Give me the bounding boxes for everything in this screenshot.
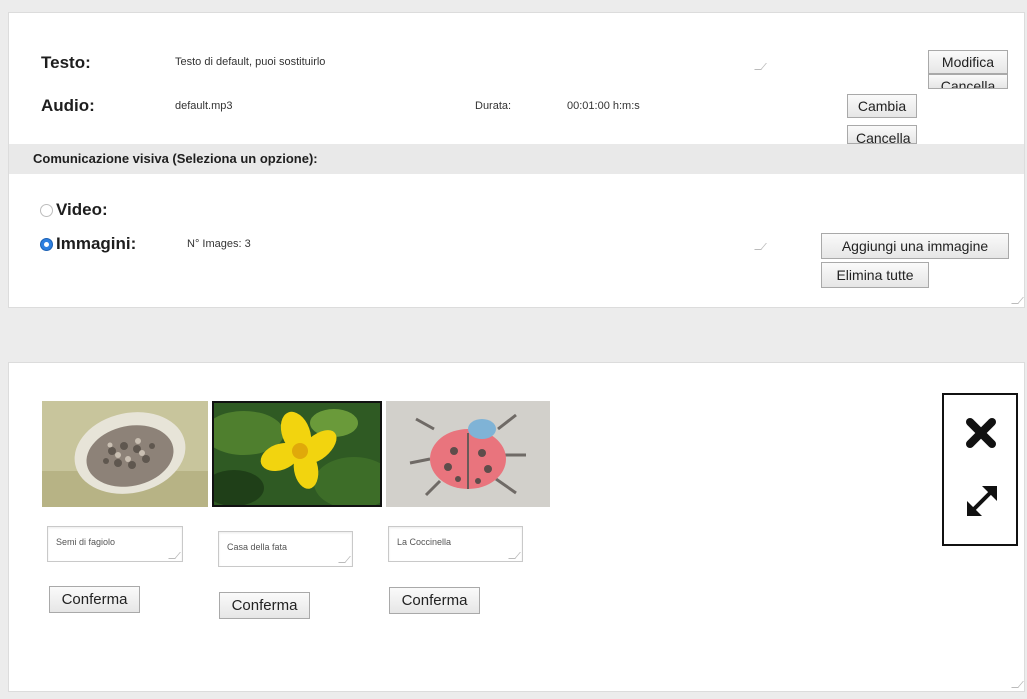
audio-file-name: default.mp3: [175, 100, 233, 112]
content-panel: Testo: Testo di default, puoi sostituirl…: [8, 12, 1025, 308]
caption-input-1[interactable]: Semi di fagiolo: [47, 526, 183, 562]
cambia-button[interactable]: Cambia: [847, 94, 917, 118]
confirm-button-3[interactable]: Conferma: [389, 587, 480, 614]
gallery-panel: Semi di fagiolo Casa della fata La Cocci…: [8, 362, 1025, 692]
confirm-button-2[interactable]: Conferma: [219, 592, 310, 619]
gallery-image-1[interactable]: [42, 401, 208, 507]
bean-seeds-photo: [42, 401, 208, 507]
panel-resize-handle[interactable]: [1011, 297, 1024, 304]
cancella-audio-button[interactable]: Cancella: [847, 125, 917, 144]
confirm-button-1[interactable]: Conferma: [49, 586, 140, 613]
gallery-image-3[interactable]: [386, 401, 550, 507]
durata-label-text: Durata:: [475, 100, 512, 112]
gallery-image-2[interactable]: [212, 401, 382, 507]
add-image-button[interactable]: Aggiungi una immagine: [821, 233, 1009, 259]
modifica-button[interactable]: Modifica: [928, 50, 1008, 74]
immagini-label: Immagini:: [56, 234, 137, 253]
video-label: Video:: [56, 200, 108, 219]
close-icon[interactable]: [963, 415, 999, 451]
video-radio[interactable]: [40, 204, 53, 217]
ladybug-photo: [386, 401, 550, 507]
audio-label: Audio:: [41, 96, 95, 115]
testo-label: Testo:: [41, 53, 91, 72]
durata-value: 00:01:00 h:m:s: [567, 100, 640, 112]
images-resize-handle[interactable]: [754, 243, 767, 250]
caption-input-2[interactable]: Casa della fata: [218, 531, 353, 567]
caption-input-3[interactable]: La Coccinella: [388, 526, 523, 562]
yellow-flower-photo: [214, 403, 380, 505]
expand-icon[interactable]: [962, 481, 1002, 521]
testo-resize-handle[interactable]: [754, 63, 767, 70]
gallery-resize-handle[interactable]: [1011, 681, 1024, 688]
cancella-text-button[interactable]: Cancella: [928, 74, 1008, 89]
delete-all-button[interactable]: Elimina tutte: [821, 262, 929, 288]
image-tools-box: [942, 393, 1018, 546]
testo-field[interactable]: Testo di default, puoi sostituirlo: [175, 56, 325, 68]
images-count: N° Images: 3: [187, 238, 251, 250]
immagini-radio[interactable]: [40, 238, 53, 251]
visual-section-header: Comunicazione visiva (Seleziona un opzio…: [9, 144, 1024, 174]
